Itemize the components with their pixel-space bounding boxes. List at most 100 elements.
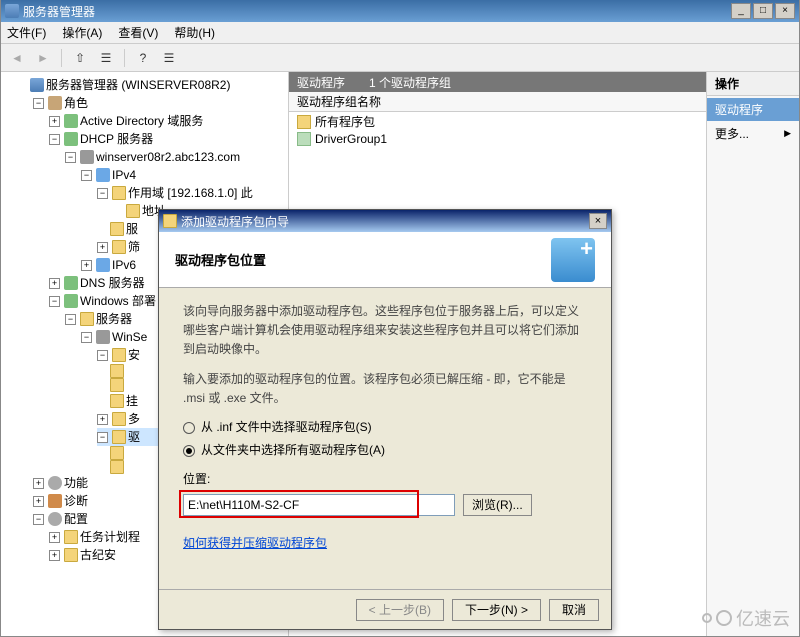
forward-icon[interactable]: ► (33, 48, 53, 68)
cancel-button[interactable]: 取消 (549, 599, 599, 621)
menu-action[interactable]: 操作(A) (62, 24, 102, 41)
chevron-right-icon: ▶ (784, 128, 791, 139)
roles-icon (48, 96, 62, 110)
tree-diag[interactable]: 诊断 (64, 492, 88, 510)
folder-icon (110, 222, 124, 236)
host-icon (96, 330, 110, 344)
back-icon[interactable]: ◄ (7, 48, 27, 68)
expander-icon[interactable]: + (49, 116, 60, 127)
folder-icon (112, 412, 126, 426)
expander-icon[interactable]: − (65, 314, 76, 325)
expander-icon[interactable]: + (33, 496, 44, 507)
help-link[interactable]: 如何获得并压缩驱动程序包 (183, 534, 327, 553)
tree-wds-srv[interactable]: 服务器 (96, 310, 132, 328)
next-button[interactable]: 下一步(N) > (452, 599, 541, 621)
tree-tasks[interactable]: 任务计划程 (80, 528, 140, 546)
tree-tasks-sub[interactable]: 古纪安 (80, 546, 116, 564)
folder-icon (112, 348, 126, 362)
tree-ipv4[interactable]: IPv4 (112, 166, 136, 184)
tree-host[interactable]: winserver08r2.abc123.com (96, 148, 240, 166)
wizard-heading: 驱动程序包位置 (175, 250, 266, 269)
server-icon (30, 78, 44, 92)
wizard-icon (163, 214, 177, 228)
expander-icon[interactable]: + (81, 260, 92, 271)
expander-icon[interactable]: − (81, 170, 92, 181)
expander-icon[interactable]: + (49, 532, 60, 543)
wizard-title: 添加驱动程序包向导 (181, 213, 289, 230)
properties-icon[interactable]: ☰ (96, 48, 116, 68)
menu-view[interactable]: 查看(V) (118, 24, 158, 41)
expander-icon[interactable]: − (65, 152, 76, 163)
window-title: 服务器管理器 (23, 3, 95, 20)
radio-from-inf-input[interactable] (183, 422, 195, 434)
wizard-close-button[interactable]: × (589, 213, 607, 229)
wizard-footer: < 上一步(B) 下一步(N) > 取消 (159, 589, 611, 629)
expander-icon[interactable]: − (81, 332, 92, 343)
actions-pane: 操作 驱动程序 更多...▶ (707, 72, 799, 636)
expander-icon[interactable]: − (97, 432, 108, 443)
tree-dns[interactable]: DNS 服务器 (80, 274, 145, 292)
expander-icon[interactable]: + (97, 242, 108, 253)
ipv6-icon (96, 258, 110, 272)
app-icon (5, 4, 19, 18)
expander-icon[interactable]: + (97, 414, 108, 425)
expander-icon[interactable]: − (49, 134, 60, 145)
tree-wds-host[interactable]: WinSe (112, 328, 147, 346)
tree-features[interactable]: 功能 (64, 474, 88, 492)
tree-ad[interactable]: Active Directory 域服务 (80, 112, 203, 130)
location-input[interactable] (183, 494, 455, 516)
help-icon[interactable]: ☰ (159, 48, 179, 68)
titlebar[interactable]: 服务器管理器 _ □ × (1, 0, 799, 22)
menu-file[interactable]: 文件(F) (7, 24, 46, 41)
tree-cfg2[interactable]: 多 (128, 410, 140, 428)
tree-root[interactable]: 服务器管理器 (WINSERVER08R2) (46, 76, 230, 94)
list-item[interactable]: 所有程序包 (289, 112, 706, 131)
radio-from-inf[interactable]: 从 .inf 文件中选择驱动程序包(S) (183, 418, 587, 437)
tree-config[interactable]: 配置 (64, 510, 88, 528)
list-item[interactable]: DriverGroup1 (289, 131, 706, 147)
tree-scope[interactable]: 作用域 [192.168.1.0] 此 (128, 184, 253, 202)
folder-icon (126, 204, 140, 218)
tree-drv[interactable]: 驱 (128, 428, 140, 446)
expander-icon[interactable]: − (97, 350, 108, 361)
folder-icon (64, 548, 78, 562)
expander-icon[interactable]: + (49, 278, 60, 289)
dhcp-icon (64, 132, 78, 146)
close-button[interactable]: × (775, 3, 795, 19)
tree-ipv6[interactable]: IPv6 (112, 256, 136, 274)
tree-filter[interactable]: 筛 (128, 238, 140, 256)
wizard-header: 驱动程序包位置 (159, 232, 611, 288)
refresh-icon[interactable]: ? (133, 48, 153, 68)
radio-from-folder[interactable]: 从文件夹中选择所有驱动程序包(A) (183, 441, 587, 460)
wizard-titlebar[interactable]: 添加驱动程序包向导 × (159, 210, 611, 232)
folder-icon (112, 240, 126, 254)
actions-title: 操作 (707, 72, 799, 96)
minimize-button[interactable]: _ (731, 3, 751, 19)
tree-wds[interactable]: Windows 部署 (80, 292, 156, 310)
tree-srv[interactable]: 服 (126, 220, 138, 238)
expander-icon[interactable]: + (49, 550, 60, 561)
wizard-para-1: 该向导向服务器中添加驱动程序包。这些程序包位于服务器上后，可以定义哪些客户端计算… (183, 302, 587, 360)
expander-icon[interactable]: − (33, 98, 44, 109)
browse-button[interactable]: 浏览(R)... (463, 494, 532, 516)
menu-help[interactable]: 帮助(H) (174, 24, 215, 41)
package-icon (297, 115, 311, 129)
expander-icon[interactable]: − (49, 296, 60, 307)
up-icon[interactable]: ⇧ (70, 48, 90, 68)
expander-icon[interactable]: − (33, 514, 44, 525)
tree-inst[interactable]: 安 (128, 346, 140, 364)
expander-icon[interactable]: − (97, 188, 108, 199)
expander-icon[interactable]: + (33, 478, 44, 489)
folder-icon (64, 530, 78, 544)
maximize-button[interactable]: □ (753, 3, 773, 19)
tree-dhcp[interactable]: DHCP 服务器 (80, 130, 153, 148)
column-header[interactable]: 驱动程序组名称 (289, 92, 706, 112)
tree-cfg1[interactable]: 挂 (126, 392, 138, 410)
actions-group: 驱动程序 (707, 98, 799, 121)
list-header-right: 1 个驱动程序组 (369, 74, 451, 91)
actions-more[interactable]: 更多...▶ (707, 121, 799, 146)
radio-from-folder-input[interactable] (183, 445, 195, 457)
logo-circle-icon (702, 613, 712, 623)
toolbar: ◄ ► ⇧ ☰ ? ☰ (1, 44, 799, 72)
tree-roles[interactable]: 角色 (64, 94, 88, 112)
